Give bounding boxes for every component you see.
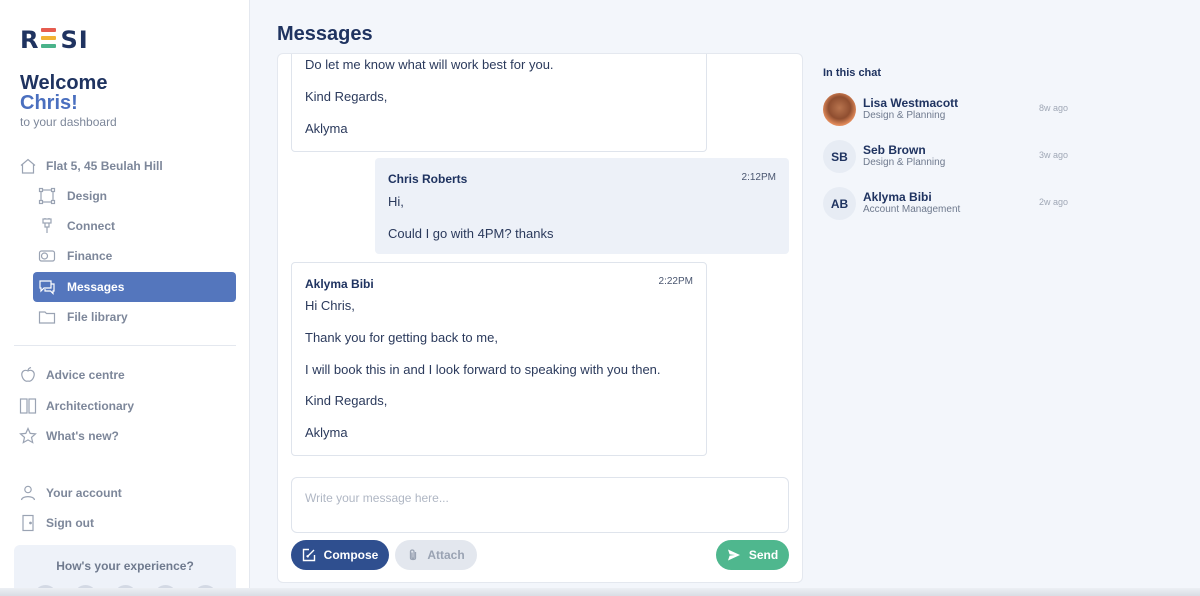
participant-item[interactable]: AB Aklyma Bibi Account Management 2w ago [823, 187, 1068, 221]
welcome-username: Chris! [20, 92, 78, 114]
message-bubble-incoming: Aklyma Bibi 2:22PM Hi Chris, Thank you f… [291, 262, 707, 456]
in-chat-heading: In this chat [823, 67, 882, 79]
paperclip-icon [407, 548, 419, 562]
message-bubble-outgoing: Chris Roberts 2:12PM Hi, Could I go with… [375, 158, 789, 254]
message-line: Hi, [388, 194, 404, 209]
message-line: Kind Regards, [305, 393, 388, 408]
sidebar-item-label: File library [67, 310, 128, 324]
sidebar-item-label: Design [67, 189, 108, 203]
message-input[interactable] [291, 477, 789, 533]
sidebar-item-finance[interactable]: Finance [33, 241, 236, 271]
sidebar-item-label: Sign out [46, 516, 94, 530]
sidebar-item-label: Finance [67, 249, 113, 263]
edit-icon [302, 548, 316, 562]
design-frame-icon [38, 187, 56, 205]
page-title: Messages [277, 23, 373, 45]
participant-name: Lisa Westmacott [863, 96, 959, 110]
sidebar-item-label: Architectionary [46, 399, 135, 413]
sidebar-item-sign-out[interactable]: Sign out [14, 508, 217, 538]
house-icon [19, 157, 37, 175]
sidebar-item-whats-new[interactable]: What's new? [14, 421, 217, 451]
sidebar-divider [14, 345, 236, 346]
message-bubble-incoming: Do let me know what will work best for y… [291, 54, 707, 152]
message-line: I will book this in and I look forward t… [305, 362, 661, 377]
welcome-heading: Welcome [20, 72, 108, 94]
message-line: Thank you for getting back to me, [305, 330, 498, 345]
sidebar-item-advice-centre[interactable]: Advice centre [14, 360, 217, 390]
attach-label: Attach [427, 548, 465, 562]
sidebar-item-label: Messages [67, 280, 125, 294]
participant-role: Design & Planning [863, 157, 946, 168]
welcome-block: Welcome Chris! to your dashboard [20, 73, 117, 129]
door-icon [19, 514, 37, 532]
resi-logo[interactable]: R SI [20, 26, 89, 54]
message-line: Aklyma [305, 121, 348, 136]
sidebar-item-your-account[interactable]: Your account [14, 478, 217, 508]
send-icon [727, 548, 741, 562]
sidebar-item-design[interactable]: Design [33, 181, 236, 211]
chat-icon [38, 278, 56, 296]
compose-label: Compose [323, 548, 379, 562]
message-time: 2:22PM [658, 276, 693, 287]
apple-icon [19, 366, 37, 384]
sidebar: R SI Welcome Chris! to your dashboard Fla… [0, 0, 250, 596]
message-line: Hi Chris, [305, 298, 355, 313]
sidebar-item-messages[interactable]: Messages [33, 272, 236, 302]
message-line: Could I go with 4PM? thanks [388, 226, 554, 241]
participant-role: Design & Planning [863, 110, 946, 121]
user-icon [19, 484, 37, 502]
participant-item[interactable]: Lisa Westmacott Design & Planning 8w ago [823, 93, 1068, 127]
send-button[interactable]: Send [716, 540, 789, 570]
window-bottom-edge [0, 588, 1200, 596]
participant-name: Aklyma Bibi [863, 190, 932, 204]
feedback-question: How's your experience? [56, 559, 194, 573]
message-time: 2:12PM [741, 172, 776, 183]
participant-last-active: 2w ago [1038, 197, 1068, 207]
participant-last-active: 3w ago [1038, 150, 1068, 160]
book-icon [19, 397, 37, 415]
avatar [823, 93, 856, 126]
sidebar-item-label: Advice centre [46, 368, 125, 382]
welcome-subtitle: to your dashboard [20, 115, 117, 129]
participant-role: Account Management [863, 204, 961, 215]
plug-icon [38, 217, 56, 235]
folder-icon [38, 308, 56, 326]
coins-icon [38, 247, 56, 265]
sidebar-item-label: Your account [46, 486, 122, 500]
message-line: Do let me know what will work best for y… [305, 57, 554, 72]
avatar: SB [823, 140, 856, 173]
message-line: Kind Regards, [305, 89, 388, 104]
sidebar-item-label: Connect [67, 219, 115, 233]
message-sender: Chris Roberts [388, 172, 468, 186]
message-line: Aklyma [305, 425, 348, 440]
sidebar-item-label: Flat 5, 45 Beulah Hill [46, 159, 163, 173]
sidebar-item-file-library[interactable]: File library [33, 302, 236, 332]
participant-name: Seb Brown [863, 143, 926, 157]
avatar: AB [823, 187, 856, 220]
send-label: Send [748, 548, 779, 562]
participant-last-active: 8w ago [1038, 103, 1068, 113]
attach-button[interactable]: Attach [395, 540, 477, 570]
sidebar-item-connect[interactable]: Connect [33, 211, 236, 241]
participant-item[interactable]: SB Seb Brown Design & Planning 3w ago [823, 140, 1068, 174]
message-sender: Aklyma Bibi [305, 277, 374, 291]
sidebar-item-property[interactable]: Flat 5, 45 Beulah Hill [14, 151, 217, 181]
sidebar-item-label: What's new? [46, 429, 119, 443]
chat-panel: Do let me know what will work best for y… [277, 53, 803, 583]
compose-button[interactable]: Compose [291, 540, 389, 570]
sidebar-item-architectionary[interactable]: Architectionary [14, 391, 217, 421]
star-icon [19, 427, 37, 445]
